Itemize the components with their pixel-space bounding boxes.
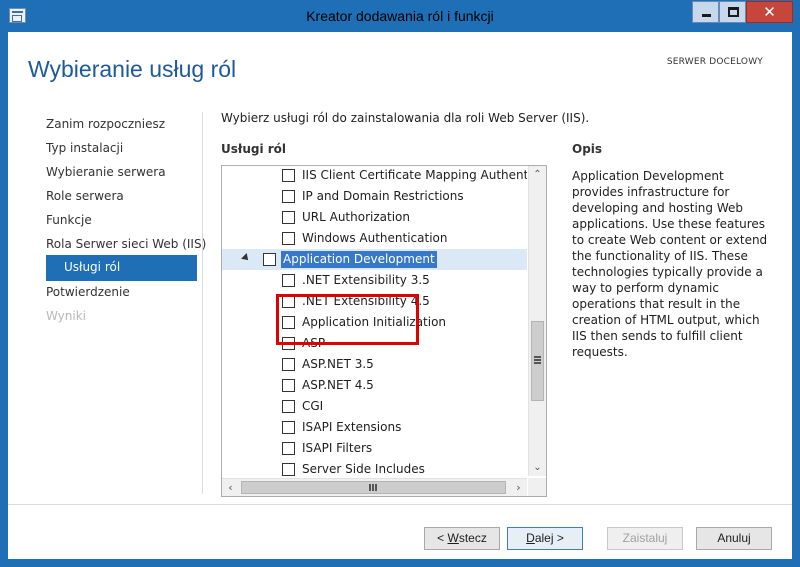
checkbox[interactable] bbox=[282, 400, 295, 413]
nav-item-web-server-role[interactable]: Rola Serwer sieci Web (IIS) bbox=[46, 237, 206, 251]
minimize-icon bbox=[702, 14, 711, 17]
tree-item[interactable]: ISAPI Filters bbox=[222, 438, 527, 459]
vertical-scrollbar[interactable]: ⌃ ⌄ bbox=[528, 166, 546, 476]
footer-divider bbox=[8, 504, 792, 505]
nav-item-confirmation[interactable]: Potwierdzenie bbox=[46, 285, 130, 299]
scrollbar-corner bbox=[528, 478, 546, 496]
tree-item[interactable]: IP and Domain Restrictions bbox=[222, 186, 527, 207]
checkbox[interactable] bbox=[282, 358, 295, 371]
minimize-button[interactable] bbox=[692, 1, 719, 23]
next-rest: alej > bbox=[534, 531, 564, 545]
tree-item-label: IIS Client Certificate Mapping Authentic… bbox=[302, 168, 527, 182]
nav-item-server-roles[interactable]: Role serwera bbox=[46, 189, 124, 203]
vertical-scroll-thumb[interactable] bbox=[531, 321, 544, 401]
grip-icon bbox=[534, 356, 541, 364]
wizard-client-area: Wybieranie usług ról SERWER DOCELOWY Zan… bbox=[8, 32, 792, 559]
tree-item-label: ASP.NET 4.5 bbox=[302, 378, 374, 392]
grip-icon bbox=[369, 484, 377, 491]
close-button[interactable]: ✕ bbox=[746, 1, 793, 23]
back-prefix: < bbox=[437, 531, 448, 545]
tree-item-label: ASP.NET 3.5 bbox=[302, 357, 374, 371]
tree-item[interactable]: Windows Authentication bbox=[222, 228, 527, 249]
nav-divider bbox=[202, 112, 203, 494]
tree-item[interactable]: ASP.NET 4.5 bbox=[222, 375, 527, 396]
nav-item-label: Usługi ról bbox=[64, 260, 121, 274]
tree-item-label: .NET Extensibility 3.5 bbox=[302, 273, 430, 287]
tree-item[interactable]: ISAPI Extensions bbox=[222, 417, 527, 438]
collapse-triangle-icon[interactable] bbox=[241, 253, 251, 263]
cancel-button[interactable]: Anuluj bbox=[696, 527, 772, 550]
description-label: Opis bbox=[572, 142, 603, 156]
close-icon: ✕ bbox=[763, 3, 776, 21]
tree-item-label: URL Authorization bbox=[302, 210, 410, 224]
install-button: Zaistaluj bbox=[607, 527, 683, 550]
tree-item-label: Windows Authentication bbox=[302, 231, 448, 245]
install-rest: stal bbox=[639, 531, 658, 545]
tree-item-label: ISAPI Filters bbox=[302, 441, 373, 455]
back-rest: stecz bbox=[458, 531, 487, 545]
back-accesskey: W bbox=[447, 531, 459, 545]
nav-item-server-selection[interactable]: Wybieranie serwera bbox=[46, 165, 166, 179]
tree-item[interactable]: CGI bbox=[222, 396, 527, 417]
tree-item-label: CGI bbox=[302, 399, 324, 413]
nav-item-role-services[interactable]: Usługi ról bbox=[46, 255, 197, 281]
nav-item-features[interactable]: Funkcje bbox=[46, 213, 92, 227]
checkbox[interactable] bbox=[282, 232, 295, 245]
install-suffix: uj bbox=[658, 531, 668, 545]
scroll-up-icon[interactable]: ⌃ bbox=[529, 166, 546, 183]
tree-item[interactable]: .NET Extensibility 3.5 bbox=[222, 270, 527, 291]
checkbox[interactable] bbox=[282, 211, 295, 224]
tree-item-label: IP and Domain Restrictions bbox=[302, 189, 464, 203]
checkbox[interactable] bbox=[263, 253, 276, 266]
title-bar: Kreator dodawania ról i funkcji ✕ bbox=[0, 0, 800, 32]
tree-item[interactable]: IIS Client Certificate Mapping Authentic… bbox=[222, 166, 527, 186]
nav-item-installation-type[interactable]: Typ instalacji bbox=[46, 141, 123, 155]
checkbox[interactable] bbox=[282, 379, 295, 392]
nav-item-results: Wyniki bbox=[46, 309, 86, 323]
horizontal-scrollbar[interactable]: ‹ › bbox=[222, 478, 527, 496]
horizontal-scroll-thumb[interactable] bbox=[241, 481, 506, 494]
scroll-down-icon[interactable]: ⌄ bbox=[529, 459, 546, 476]
maximize-icon bbox=[728, 7, 739, 17]
tree-item-label: Application Development bbox=[281, 251, 437, 268]
checkbox[interactable] bbox=[282, 463, 295, 476]
description-text: Application Development provides infrast… bbox=[572, 169, 768, 359]
window-title: Kreator dodawania ról i funkcji bbox=[306, 8, 494, 24]
highlight-annotation bbox=[276, 294, 419, 345]
tree-item[interactable]: URL Authorization bbox=[222, 207, 527, 228]
nav-item-before-you-begin[interactable]: Zanim rozpoczniesz bbox=[46, 117, 165, 131]
checkbox[interactable] bbox=[282, 169, 295, 182]
checkbox[interactable] bbox=[282, 190, 295, 203]
tree-item[interactable]: Server Side Includes bbox=[222, 459, 527, 476]
target-server-label: SERWER DOCELOWY bbox=[666, 57, 763, 67]
install-prefix: Zai bbox=[622, 531, 640, 545]
scroll-right-icon[interactable]: › bbox=[510, 479, 527, 496]
checkbox[interactable] bbox=[282, 442, 295, 455]
tree-item-selected[interactable]: Application Development bbox=[222, 249, 527, 270]
back-button[interactable]: < Wstecz bbox=[424, 527, 500, 550]
scroll-left-icon[interactable]: ‹ bbox=[222, 479, 239, 496]
checkbox[interactable] bbox=[282, 421, 295, 434]
intro-text: Wybierz usługi ról do zainstalowania dla… bbox=[221, 111, 590, 125]
page-title: Wybieranie usług ról bbox=[28, 56, 237, 82]
tree-item-label: ISAPI Extensions bbox=[302, 420, 402, 434]
next-button[interactable]: Dalej > bbox=[507, 527, 583, 550]
role-services-label: Usługi ról bbox=[221, 142, 287, 156]
next-accesskey: D bbox=[526, 531, 535, 545]
checkbox[interactable] bbox=[282, 274, 295, 287]
tree-item[interactable]: ASP.NET 3.5 bbox=[222, 354, 527, 375]
tree-item-label: Server Side Includes bbox=[302, 462, 425, 476]
maximize-button[interactable] bbox=[719, 1, 746, 23]
